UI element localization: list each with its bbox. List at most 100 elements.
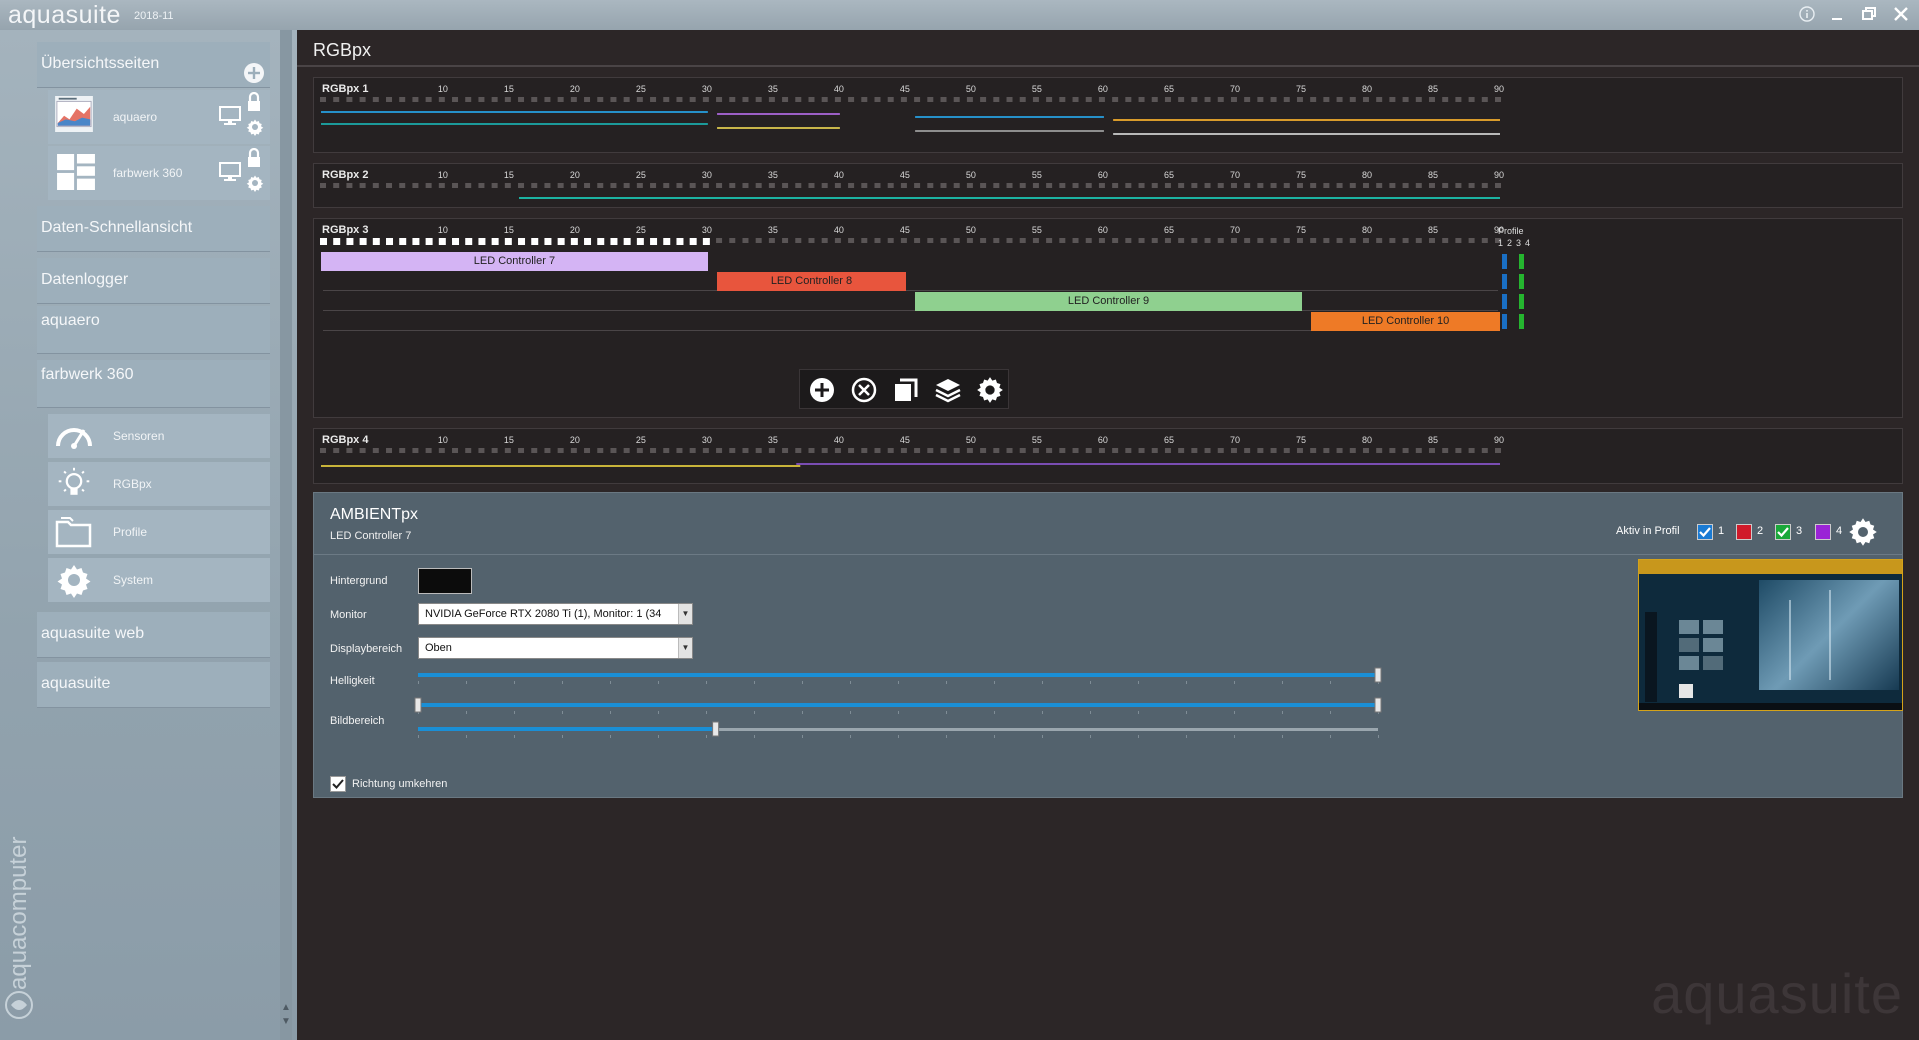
monitor-icon[interactable]	[219, 162, 241, 182]
led-dot	[980, 238, 987, 243]
sidebar-item-sensoren[interactable]: Sensoren	[48, 414, 270, 458]
led-dot	[465, 183, 472, 188]
profile-num: 4	[1525, 238, 1531, 248]
richtung-checkbox[interactable]	[330, 776, 346, 792]
gear-icon[interactable]	[246, 118, 264, 136]
gear-icon[interactable]	[976, 376, 1004, 404]
led-controller-bar[interactable]: LED Controller 10	[1311, 312, 1500, 331]
led-dot	[874, 238, 881, 243]
slider-group[interactable]	[314, 663, 1614, 753]
profile-checkbox-4[interactable]	[1815, 524, 1831, 540]
chevron-down-icon[interactable]: ▼	[678, 604, 692, 624]
slider-tick	[1042, 711, 1043, 714]
led-dot	[557, 183, 564, 188]
lock-icon[interactable]	[246, 92, 262, 112]
segment-line	[321, 465, 801, 467]
led-dot	[504, 238, 512, 245]
led-dot	[993, 448, 1000, 453]
checkmark-icon	[332, 779, 344, 789]
nav-daten-schnellansicht[interactable]: Daten-Schnellansicht	[37, 206, 270, 252]
lock-icon[interactable]	[246, 148, 262, 168]
slider-tick	[514, 681, 515, 684]
profile-checkbox-1[interactable]	[1697, 524, 1713, 540]
sidebar-item-rgbpx[interactable]: RGBpx	[48, 462, 270, 506]
sidebar-item-system[interactable]: System	[48, 558, 270, 602]
displaybereich-select[interactable]: Oben ▼	[418, 637, 693, 659]
led-dot	[623, 97, 630, 102]
strip-toolbar	[799, 369, 1009, 409]
gear-icon[interactable]	[1848, 517, 1878, 547]
led-dot	[900, 97, 907, 102]
nav-farbwerk-360[interactable]: farbwerk 360	[37, 360, 270, 408]
rgbpx-strip-3[interactable]: RGBpx 3 10 15 20 25 30 35 40 45 50 55 60 65 70 75 80 85…	[313, 218, 1903, 418]
profile-checkbox-2[interactable]	[1736, 524, 1752, 540]
led-dot	[1178, 183, 1185, 188]
ruler-tick-label: 40	[834, 84, 844, 94]
slider-tick	[466, 711, 467, 714]
close-icon[interactable]	[1890, 5, 1912, 25]
remove-icon[interactable]	[850, 376, 878, 404]
led-dot	[465, 238, 473, 245]
profile-checkbox-3[interactable]	[1775, 524, 1791, 540]
led-dot	[1481, 97, 1488, 102]
nav-aquaero[interactable]: aquaero	[37, 306, 270, 354]
led-dot	[1402, 448, 1409, 453]
sidebar-scrollbar[interactable]: ▲ ▼	[280, 30, 292, 1040]
led-dot	[887, 183, 894, 188]
led-controller-bar[interactable]: LED Controller 9	[915, 292, 1302, 311]
nav-aquasuite-web[interactable]: aquasuite web	[37, 612, 270, 658]
rgbpx-strip-1[interactable]: RGBpx 1 10 15 20 25 30 35 40 45 50 55 60 65 70 75 80 85…	[313, 77, 1903, 153]
background-color-swatch[interactable]	[418, 568, 472, 594]
nav-datenlogger[interactable]: Datenlogger	[37, 258, 270, 304]
led-dot	[1085, 97, 1092, 102]
led-dot	[1376, 97, 1383, 102]
led-dot	[1217, 183, 1224, 188]
sidebar-item-profile[interactable]: Profile	[48, 510, 270, 554]
led-dot	[729, 238, 736, 243]
led-dot	[1376, 238, 1383, 243]
led-dot	[1415, 448, 1422, 453]
led-controller-bar[interactable]: LED Controller 7	[321, 252, 708, 271]
led-dot	[1164, 238, 1171, 243]
segment-line	[796, 463, 1500, 465]
monitor-icon[interactable]	[219, 106, 241, 126]
led-dot	[927, 238, 934, 243]
add-icon[interactable]	[808, 376, 836, 404]
add-overview-icon[interactable]	[243, 62, 265, 84]
slider-tick	[1330, 711, 1331, 714]
restore-icon[interactable]	[1858, 5, 1880, 25]
gear-icon[interactable]	[246, 174, 264, 192]
profile-flag	[1519, 254, 1524, 269]
led-dot	[1125, 97, 1132, 102]
led-dot	[333, 183, 340, 188]
led-dot	[399, 97, 406, 102]
scroll-down-icon[interactable]: ▼	[280, 1016, 292, 1027]
copy-icon[interactable]	[892, 376, 920, 404]
led-dot	[940, 448, 947, 453]
rgbpx-strip-4[interactable]: RGBpx 4 10 15 20 25 30 35 40 45 50 55 60 65 70 75 80 85…	[313, 428, 1903, 484]
led-dot	[1125, 448, 1132, 453]
led-controller-bar[interactable]: LED Controller 8	[717, 272, 906, 291]
scroll-up-icon[interactable]: ▲	[280, 1002, 292, 1013]
sidebar-overview-header[interactable]: Übersichtsseiten	[37, 42, 270, 88]
lightbulb-icon	[58, 467, 90, 495]
led-dot	[716, 97, 723, 102]
profile-num: 4	[1836, 525, 1843, 537]
overview-item-aquaero[interactable]: aquaero	[48, 90, 270, 144]
info-icon[interactable]	[1796, 5, 1818, 25]
led-dot	[887, 448, 894, 453]
led-dot	[1046, 448, 1053, 453]
overview-item-farbwerk[interactable]: farbwerk 360	[48, 146, 270, 200]
monitor-select[interactable]: NVIDIA GeForce RTX 2080 Ti (1), Monitor:…	[418, 603, 693, 625]
nav-aquasuite[interactable]: aquasuite	[37, 662, 270, 708]
slider-tick	[898, 681, 899, 684]
led-dot	[610, 183, 617, 188]
led-dot	[1468, 238, 1475, 243]
rgbpx-strip-2[interactable]: RGBpx 2 10 15 20 25 30 35 40 45 50 55 60 65 70 75 80 85…	[313, 163, 1903, 208]
chevron-down-icon[interactable]: ▼	[678, 638, 692, 658]
led-dot	[1244, 238, 1251, 243]
minimize-icon[interactable]	[1826, 5, 1848, 25]
led-dot	[1270, 97, 1277, 102]
led-dot	[1178, 448, 1185, 453]
layers-icon[interactable]	[934, 376, 962, 404]
